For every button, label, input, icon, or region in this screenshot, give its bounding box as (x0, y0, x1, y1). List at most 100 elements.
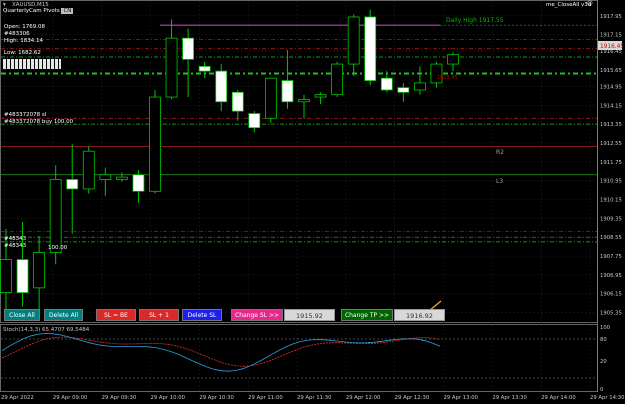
price-tick-label: 1907.75 (600, 254, 622, 260)
time-tick-label: 29 Apr 12:00 (346, 395, 381, 401)
time-tick-label: 29 Apr 09:00 (53, 395, 88, 401)
candle-body (347, 16, 360, 65)
delete-all-button[interactable]: Delete All (44, 309, 83, 321)
time-tick-label: 29 Apr 13:00 (444, 395, 479, 401)
osc-axis-80: 80 (600, 337, 607, 343)
oscillator-frame (0, 324, 598, 392)
candle-body (264, 77, 277, 119)
candle-body (364, 16, 377, 81)
candle-body (99, 174, 112, 180)
candle-body (215, 70, 228, 103)
candle-body (49, 179, 62, 253)
time-tick-label: 29 Apr 2022 (1, 395, 34, 401)
overlap-text-block (3, 59, 61, 69)
price-tick-label: 1917.95 (600, 14, 622, 20)
time-tick-label: 29 Apr 14:30 (590, 395, 625, 401)
candle-body (298, 99, 310, 103)
chart-canvas: 1917.95 1917.15 1916.45 1915.65 1914.95 1914.… (0, 0, 625, 401)
osc-axis-20: 20 (600, 359, 607, 365)
ticket-bottom-1: #48343 (4, 236, 27, 242)
price-tick-label: 1916.45 (600, 49, 622, 55)
ticket-sl-label: #483372078 sl (4, 112, 47, 118)
candle-body (198, 66, 211, 72)
price-tick-label: 1912.55 (600, 141, 622, 147)
candle-body (248, 113, 261, 129)
price-tick-label: 1917.15 (600, 33, 622, 39)
pivots-label: QuarterlyCam Pivots CN (3, 8, 74, 15)
daily-high-label: Daily High 1917.55 (446, 17, 504, 24)
price-tick-label: 1905.35 (600, 311, 622, 317)
price-tick-label: 1910.95 (600, 179, 622, 185)
time-tick-label: 29 Apr 14:00 (541, 395, 576, 401)
high-label: High: 1834.14 (4, 38, 43, 44)
stochastic-oscillator (1, 333, 597, 379)
price-tick-label: 1906.95 (600, 273, 622, 279)
time-tick-label: 29 Apr 11:00 (248, 395, 283, 401)
time-tick-label: 29 Apr 10:30 (199, 395, 234, 401)
price-tick-label: 1906.15 (600, 292, 622, 298)
ticket-buy-label: #483372078 buy 100.00 (4, 119, 74, 125)
stoch-label: Stoch(14,3,3) 65.4707 69.5484 (3, 327, 90, 333)
candle-body (115, 176, 128, 180)
candle-body (0, 259, 12, 293)
small-value-label: 100.00 (48, 245, 68, 251)
osc-axis-0: 0 (600, 387, 604, 393)
sl-plus-one-button[interactable]: SL + 1 (139, 309, 179, 321)
candle-body (380, 77, 393, 91)
change-sl-button[interactable]: Change SL >> (231, 309, 283, 321)
price-tick-label: 1914.95 (600, 84, 622, 90)
ticket-bottom-2: #48343 (4, 243, 27, 249)
candle-body (66, 179, 79, 190)
price-axis: 1917.95 1917.15 1916.45 1915.65 1914.95 1914.… (600, 14, 622, 317)
time-tick-label: 29 Apr 10:00 (151, 395, 186, 401)
candle-body (82, 150, 95, 190)
candle-body (33, 252, 46, 289)
candle-body (314, 94, 327, 98)
candle-body (397, 87, 410, 93)
price-tick-label: 1911.75 (600, 160, 622, 166)
pivots-text: QuarterlyCam Pivots (3, 8, 60, 14)
change-tp-button[interactable]: Change TP >> (341, 309, 393, 321)
time-tick-label: 29 Apr 11:30 (297, 395, 332, 401)
price-tick-label: 1914.15 (600, 103, 622, 109)
candle-body (413, 82, 426, 91)
close-all-button[interactable]: Close All (4, 309, 40, 321)
tp-price-input[interactable]: 1916.92 (394, 309, 445, 321)
r2-label: R2 (496, 149, 504, 156)
candle-body (165, 37, 178, 98)
time-tick-label: 29 Apr 13:30 (492, 395, 527, 401)
time-tick-label: 29 Apr 09:30 (102, 395, 137, 401)
horizontal-levels (1, 24, 597, 243)
candle-body (182, 37, 195, 60)
candle-body (132, 174, 145, 192)
pivots-tag: CN (61, 8, 74, 14)
low-label: Low: 1682.62 (4, 50, 41, 56)
ea-name-label: me_CloseAll v3d (546, 2, 592, 8)
ticket-label-1: #483306 (4, 31, 30, 37)
l3-label: L3 (496, 178, 503, 185)
candle-body (281, 80, 294, 103)
price-tick-label: 1915.65 (600, 68, 622, 74)
price-tick-label: 1908.55 (600, 235, 622, 241)
candle-body (231, 91, 244, 112)
current-price-label: 1916.45 (600, 44, 624, 50)
candle-body (16, 259, 29, 293)
line-value-label: 1915.45 (437, 75, 458, 81)
stoch-signal-line (1, 336, 441, 367)
sl-price-input[interactable]: 1915.92 (284, 309, 335, 321)
price-tick-label: 1909.35 (600, 216, 622, 222)
candle-body (447, 54, 459, 65)
open-label: Open: 1769.08 (4, 24, 46, 30)
candle-body (331, 63, 344, 96)
smiley-icon: ☺ (587, 1, 593, 7)
chart-grid (1, 1, 597, 392)
sl-be-button[interactable]: SL = BE (96, 309, 136, 321)
price-tick-label: 1913.35 (600, 122, 622, 128)
time-axis: 29 Apr 2022 29 Apr 09:00 29 Apr 09:30 29 Ap… (1, 395, 625, 401)
time-tick-label: 29 Apr 12:30 (395, 395, 430, 401)
candle-body (149, 96, 161, 192)
osc-axis-100: 100 (600, 325, 611, 331)
price-tick-label: 1910.15 (600, 198, 622, 204)
delete-sl-button[interactable]: Delete SL (182, 309, 222, 321)
candlesticks (0, 9, 459, 310)
